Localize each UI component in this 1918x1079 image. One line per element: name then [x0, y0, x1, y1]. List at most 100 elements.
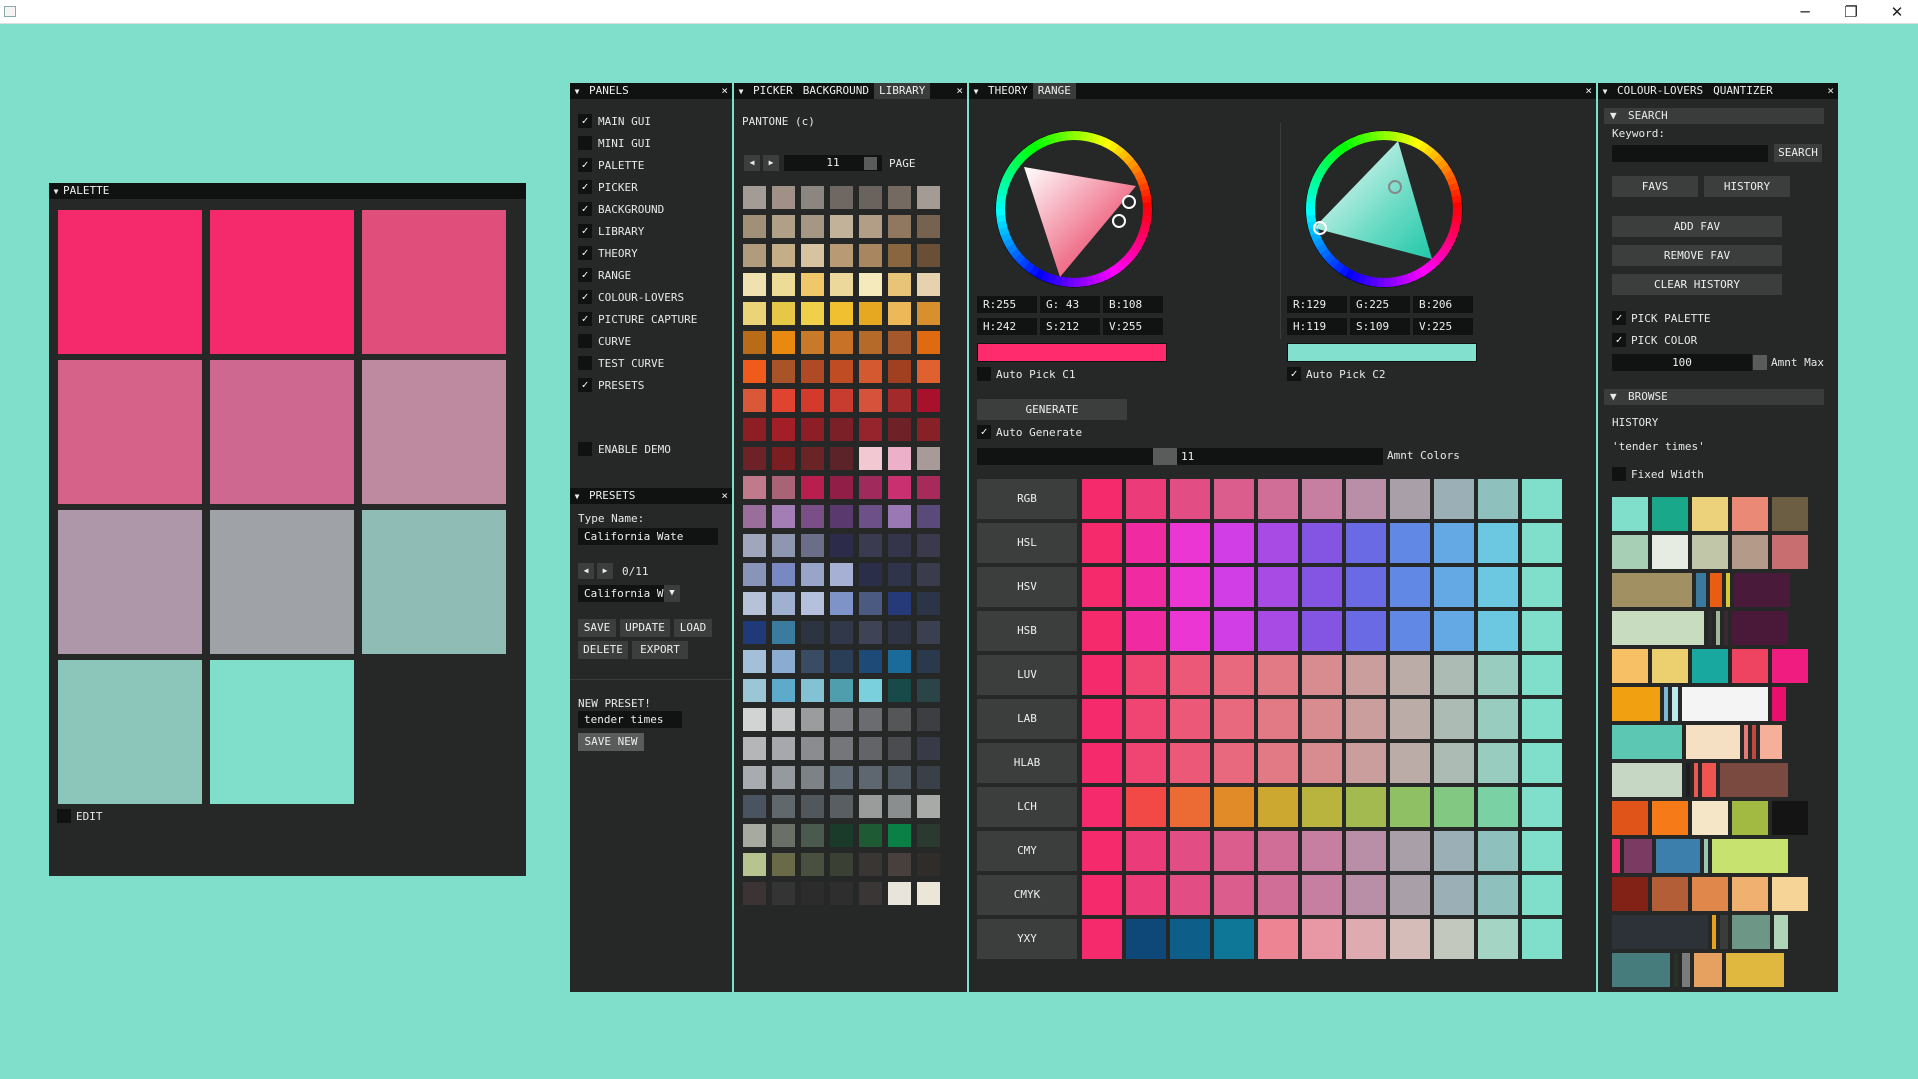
pantone-swatch[interactable]: [917, 273, 940, 296]
range-swatch[interactable]: [1390, 787, 1430, 827]
panel-toggle-checkbox[interactable]: [578, 356, 592, 370]
pantone-swatch[interactable]: [859, 592, 882, 615]
pantone-swatch[interactable]: [888, 331, 911, 354]
panel-toggle-checkbox[interactable]: ✓: [578, 158, 592, 172]
page-slider-handle[interactable]: [864, 157, 877, 170]
range-mode-lch-button[interactable]: LCH: [977, 787, 1077, 827]
palette-swatch[interactable]: [210, 360, 354, 504]
range-swatch[interactable]: [1522, 479, 1562, 519]
range-swatch[interactable]: [1478, 743, 1518, 783]
range-swatch[interactable]: [1390, 479, 1430, 519]
chevron-down-icon[interactable]: ▼: [664, 585, 680, 602]
favs-button[interactable]: FAVS: [1612, 176, 1698, 197]
palette-swatch[interactable]: [58, 510, 202, 654]
range-mode-rgb-button[interactable]: RGB: [977, 479, 1077, 519]
range-swatch[interactable]: [1478, 479, 1518, 519]
range-swatch[interactable]: [1346, 875, 1386, 915]
load-preset-button[interactable]: LOAD: [674, 619, 712, 637]
range-swatch[interactable]: [1434, 831, 1474, 871]
range-mode-yxy-button[interactable]: YXY: [977, 919, 1077, 959]
pantone-swatch[interactable]: [830, 331, 853, 354]
pantone-swatch[interactable]: [859, 766, 882, 789]
pantone-swatch[interactable]: [888, 505, 911, 528]
pantone-swatch[interactable]: [772, 882, 795, 905]
range-swatch[interactable]: [1082, 787, 1122, 827]
pantone-swatch[interactable]: [743, 215, 766, 238]
pantone-swatch[interactable]: [772, 853, 795, 876]
search-button[interactable]: SEARCH: [1774, 144, 1822, 162]
range-swatch[interactable]: [1214, 611, 1254, 651]
pantone-swatch[interactable]: [917, 476, 940, 499]
pantone-swatch[interactable]: [917, 650, 940, 673]
pantone-swatch[interactable]: [743, 534, 766, 557]
range-swatch[interactable]: [1258, 523, 1298, 563]
pantone-swatch[interactable]: [772, 534, 795, 557]
c1-hue-field[interactable]: H:242: [977, 318, 1037, 335]
panel-toggle-checkbox[interactable]: [578, 136, 592, 150]
pantone-swatch[interactable]: [830, 708, 853, 731]
range-swatch[interactable]: [1214, 831, 1254, 871]
pantone-swatch[interactable]: [888, 563, 911, 586]
range-swatch[interactable]: [1346, 743, 1386, 783]
auto-pick-c1-checkbox[interactable]: [977, 367, 991, 381]
pantone-swatch[interactable]: [830, 824, 853, 847]
pantone-swatch[interactable]: [888, 882, 911, 905]
range-swatch[interactable]: [1170, 743, 1210, 783]
clear-history-button[interactable]: CLEAR HISTORY: [1612, 274, 1782, 295]
range-swatch[interactable]: [1082, 743, 1122, 783]
palette-swatch[interactable]: [362, 360, 506, 504]
pantone-swatch[interactable]: [830, 215, 853, 238]
pantone-swatch[interactable]: [801, 621, 824, 644]
pick-color-checkbox[interactable]: ✓: [1612, 333, 1626, 347]
pantone-swatch[interactable]: [743, 447, 766, 470]
collapse-arrow-icon[interactable]: ▼: [1598, 84, 1612, 100]
remove-fav-button[interactable]: REMOVE FAV: [1612, 245, 1782, 266]
range-swatch[interactable]: [1302, 567, 1342, 607]
fixed-width-checkbox[interactable]: [1612, 467, 1626, 481]
range-swatch[interactable]: [1478, 787, 1518, 827]
pantone-swatch[interactable]: [830, 882, 853, 905]
pantone-swatch[interactable]: [772, 331, 795, 354]
color-wheel-c1[interactable]: [986, 121, 1162, 297]
range-swatch[interactable]: [1126, 919, 1166, 959]
pantone-swatch[interactable]: [917, 563, 940, 586]
tab-library[interactable]: LIBRARY: [873, 83, 931, 99]
c2-blue-field[interactable]: B:206: [1413, 296, 1473, 313]
pantone-swatch[interactable]: [743, 563, 766, 586]
add-fav-button[interactable]: ADD FAV: [1612, 216, 1782, 237]
range-swatch[interactable]: [1434, 567, 1474, 607]
slider-handle[interactable]: [1153, 448, 1177, 465]
pantone-swatch[interactable]: [830, 592, 853, 615]
close-window-button[interactable]: ✕: [1874, 2, 1918, 22]
range-swatch[interactable]: [1126, 611, 1166, 651]
pantone-swatch[interactable]: [772, 244, 795, 267]
pantone-swatch[interactable]: [888, 766, 911, 789]
tab-picker[interactable]: PICKER: [748, 83, 798, 99]
range-swatch[interactable]: [1522, 655, 1562, 695]
pantone-swatch[interactable]: [917, 418, 940, 441]
range-swatch[interactable]: [1126, 875, 1166, 915]
range-swatch[interactable]: [1126, 831, 1166, 871]
range-swatch[interactable]: [1522, 699, 1562, 739]
pantone-swatch[interactable]: [801, 592, 824, 615]
pantone-swatch[interactable]: [830, 505, 853, 528]
pantone-swatch[interactable]: [743, 853, 766, 876]
pantone-swatch[interactable]: [801, 534, 824, 557]
range-swatch[interactable]: [1522, 875, 1562, 915]
pantone-swatch[interactable]: [888, 621, 911, 644]
save-new-button[interactable]: SAVE NEW: [578, 733, 644, 751]
pantone-swatch[interactable]: [743, 244, 766, 267]
pantone-swatch[interactable]: [888, 853, 911, 876]
pantone-swatch[interactable]: [743, 186, 766, 209]
range-mode-hlab-button[interactable]: HLAB: [977, 743, 1077, 783]
pantone-swatch[interactable]: [772, 737, 795, 760]
pantone-swatch[interactable]: [743, 273, 766, 296]
pantone-swatch[interactable]: [888, 679, 911, 702]
palette-swatch[interactable]: [58, 210, 202, 354]
range-swatch[interactable]: [1346, 523, 1386, 563]
pantone-swatch[interactable]: [859, 882, 882, 905]
range-swatch[interactable]: [1126, 699, 1166, 739]
pantone-swatch[interactable]: [917, 708, 940, 731]
range-swatch[interactable]: [1126, 523, 1166, 563]
auto-generate-checkbox[interactable]: ✓: [977, 425, 991, 439]
